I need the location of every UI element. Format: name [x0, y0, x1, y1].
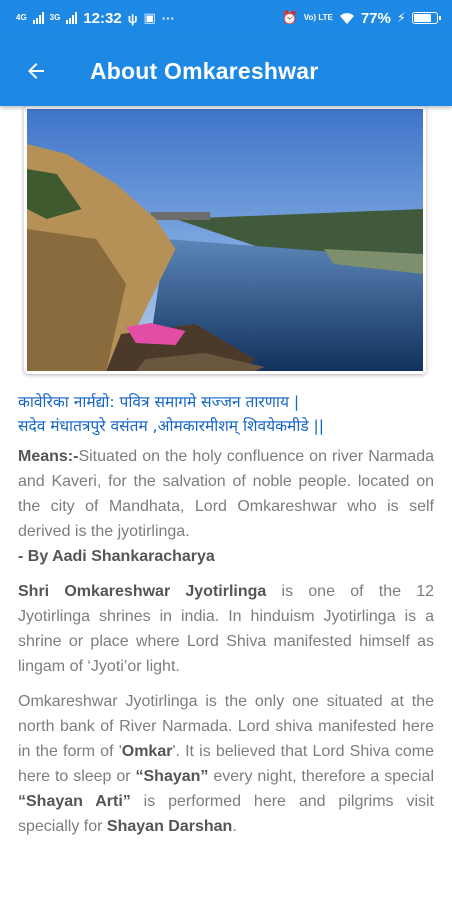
means-label: Means:- — [18, 448, 79, 465]
usb-icon: ψ — [127, 10, 138, 26]
attribution: - By Aadi Shankaracharya — [18, 548, 215, 565]
signal-icon — [32, 12, 44, 24]
para2-bold: Shri Omkareshwar Jyotirlinga — [18, 583, 267, 600]
notification-icon: ▣ — [143, 10, 156, 25]
alarm-icon: ⏰ — [281, 10, 298, 25]
para3-bold-shayan: “Shayan” — [135, 768, 209, 785]
network-type-1: 4G — [16, 13, 27, 22]
status-right: ⏰ Vo) LTE 77% ⚡ — [281, 9, 441, 27]
status-bar: 4G 3G 12:32 ψ ▣ ··· ⏰ Vo) LTE 77% ⚡ — [0, 0, 452, 36]
battery-percent: 77% — [360, 9, 391, 27]
means-paragraph: Means:-Situated on the holy confluence o… — [18, 444, 434, 544]
back-button[interactable] — [0, 36, 72, 106]
para3-text-5: . — [232, 818, 237, 835]
hero-image-card — [24, 106, 426, 374]
battery-fill — [414, 14, 431, 22]
para3-text-3: every night, therefore a special — [208, 768, 434, 785]
sanskrit-shloka: कावेरिका नार्मद्यो: पवित्र समागमे सज्जन … — [18, 390, 434, 438]
means-text: Situated on the holy confluence on river… — [18, 448, 434, 540]
back-arrow-icon — [28, 63, 44, 79]
more-notifications-icon: ··· — [161, 10, 175, 26]
clock: 12:32 — [83, 9, 122, 27]
content: कावेरिका नार्मद्यो: पवित्र समागमे सज्जन … — [0, 106, 452, 900]
para3-bold-shayan-arti: “Shayan Arti” — [18, 793, 131, 810]
jyotirlinga-paragraph: Shri Omkareshwar Jyotirlinga is one of t… — [18, 579, 434, 679]
shloka-line-2: सदेव मंधातत्रपुरे वसंतम ,ओमकारमीशम् शिवय… — [18, 417, 325, 435]
app-bar: About Omkareshwar — [0, 36, 452, 106]
shloka-line-1: कावेरिका नार्मद्यो: पवित्र समागमे सज्जन … — [18, 393, 300, 411]
wifi-icon — [339, 12, 354, 24]
para3-bold-omkar: Omkar — [121, 743, 173, 760]
para3-bold-shayan-darshan: Shayan Darshan — [106, 818, 233, 835]
shayan-paragraph: Omkareshwar Jyotirlinga is the only one … — [18, 689, 434, 839]
charging-icon: ⚡ — [396, 10, 406, 25]
omkareshwar-river-photo — [27, 109, 423, 371]
battery-icon — [412, 12, 441, 24]
signal-icon-2 — [66, 12, 78, 24]
network-type-2: 3G — [49, 13, 61, 22]
page-title: About Omkareshwar — [90, 57, 319, 84]
status-left: 4G 3G 12:32 ψ ▣ ··· — [16, 10, 175, 27]
volte-icon: Vo) LTE — [303, 13, 333, 22]
